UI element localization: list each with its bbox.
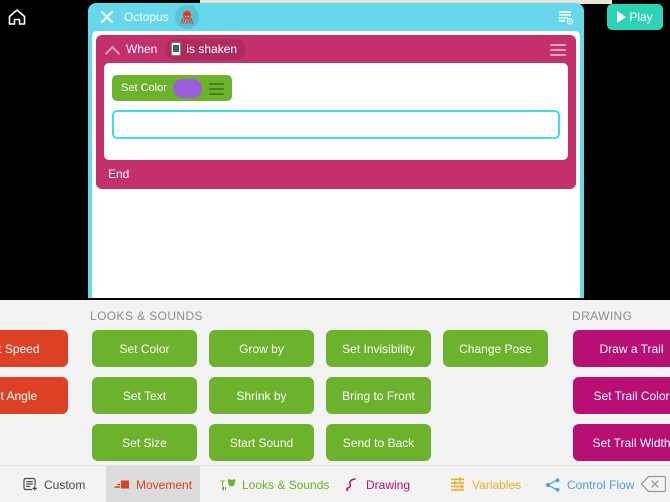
palette-block-bring-to-front[interactable]: Bring to Front (326, 377, 431, 414)
palette-block-change-pose[interactable]: Change Pose (443, 330, 548, 367)
tab-control-flow[interactable]: Control Flow (537, 466, 642, 502)
close-icon[interactable] (98, 8, 116, 26)
tab-control-flow-label: Control Flow (567, 477, 635, 492)
chevron-up-icon[interactable] (106, 43, 119, 56)
palette-block-start-sound[interactable]: Start Sound (209, 424, 314, 461)
palette-block-set-color[interactable]: Set Color (92, 330, 197, 367)
condition-label: is shaken (186, 42, 238, 56)
svg-text:T: T (221, 480, 226, 487)
category-tabbar: Custom Movement T Looks & Sounds Drawing… (0, 465, 670, 502)
palette-heading-looks-sounds: LOOKS & SOUNDS (90, 309, 203, 323)
drawing-squiggle-icon (344, 477, 360, 493)
palette-block-shrink-by[interactable]: Shrink by (209, 377, 314, 414)
rule-block[interactable]: When is shaken Set Color End (96, 35, 576, 189)
home-icon (7, 8, 27, 26)
rules-list-icon[interactable] (558, 10, 574, 25)
app-window: Play Octopus When is shaken Set Color En… (0, 0, 670, 502)
script-canvas[interactable]: When is shaken Set Color End (92, 31, 580, 298)
tab-variables-label: Variables (472, 477, 522, 492)
palette-block-set-speed[interactable]: Set Speed (0, 330, 68, 367)
palette-block-set-trail-color[interactable]: Set Trail Color (573, 377, 670, 414)
palette-heading-drawing: DRAWING (572, 309, 633, 323)
color-swatch[interactable] (172, 78, 202, 98)
editor-header: Octopus (88, 3, 584, 31)
palette-block-set-text[interactable]: Set Text (92, 377, 197, 414)
tab-movement[interactable]: Movement (106, 466, 201, 502)
block-set-color[interactable]: Set Color (112, 75, 232, 101)
tab-drawing-label: Drawing (366, 477, 411, 492)
object-editor-panel: Octopus When is shaken Set Color End (88, 3, 584, 298)
object-name-label: Octopus (124, 10, 169, 24)
device-shake-icon (171, 42, 182, 56)
tab-looks-sounds-label: Looks & Sounds (242, 477, 330, 492)
tab-custom-label: Custom (44, 477, 86, 492)
tab-movement-label: Movement (136, 477, 193, 492)
control-flow-icon (545, 477, 561, 493)
rule-body-drop-area[interactable]: Set Color (104, 63, 568, 160)
play-button-label: Play (629, 10, 653, 24)
palette-block-draw-a-trail[interactable]: Draw a Trail (573, 330, 670, 367)
hamburger-menu-icon[interactable] (550, 44, 566, 56)
movement-icon (114, 477, 130, 493)
hamburger-menu-icon[interactable] (208, 82, 224, 95)
palette-block-set-invisibility[interactable]: Set Invisibility (326, 330, 431, 367)
when-label: When (126, 42, 158, 56)
palette-block-set-trail-width[interactable]: Set Trail Width (573, 424, 670, 461)
tab-drawing[interactable]: Drawing (336, 466, 418, 502)
tab-variables[interactable]: Variables (442, 466, 529, 502)
home-button[interactable] (4, 4, 30, 30)
palette-block-set-size[interactable]: Set Size (92, 424, 197, 461)
delete-backspace-icon[interactable] (640, 475, 667, 493)
palette-block-send-to-back[interactable]: Send to Back (326, 424, 431, 461)
rule-header: When is shaken (96, 35, 576, 63)
play-button[interactable]: Play (607, 4, 663, 30)
palette-block-set-angle[interactable]: Set Angle (0, 377, 68, 414)
palette-block-grow-by[interactable]: Grow by (209, 330, 314, 367)
block-set-color-label: Set Color (121, 82, 167, 94)
play-triangle-icon (617, 11, 627, 23)
variables-icon (450, 477, 466, 493)
octopus-avatar-icon[interactable] (174, 5, 199, 29)
looks-sounds-icon: T (220, 477, 236, 493)
tab-looks-sounds[interactable]: T Looks & Sounds (212, 466, 337, 502)
block-palette: LOOKS & SOUNDS DRAWING Set Speed Set Ang… (0, 300, 670, 502)
empty-block-slot[interactable] (112, 110, 560, 139)
custom-block-icon (22, 477, 38, 493)
condition-pill[interactable]: is shaken (165, 38, 247, 60)
tab-custom[interactable]: Custom (14, 466, 93, 502)
rule-end-label: End (108, 167, 130, 181)
